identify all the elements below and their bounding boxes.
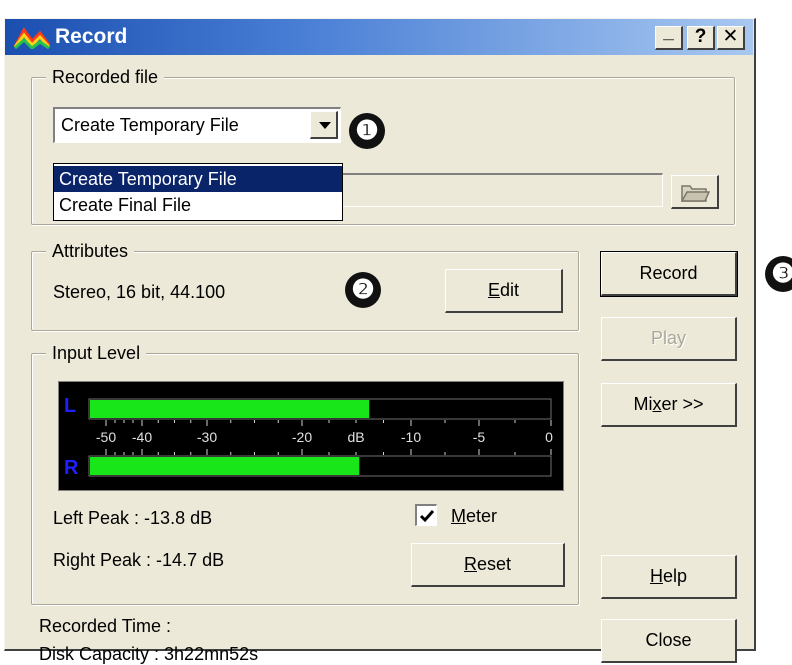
option-create-final-file[interactable]: Create Final File: [54, 192, 342, 218]
right-channel-label: R: [64, 457, 79, 479]
title-bar[interactable]: Record _ ? ✕: [5, 19, 753, 55]
recorded-file-legend: Recorded file: [46, 66, 165, 88]
edit-attributes-button[interactable]: Edit: [445, 269, 563, 313]
close-icon: ✕: [722, 26, 739, 47]
meter-checkbox[interactable]: [415, 504, 437, 526]
checkmark-icon: [419, 510, 435, 523]
question-icon: ?: [694, 26, 707, 47]
scale-label: -10: [401, 429, 421, 445]
meter-mnemonic: M: [451, 506, 466, 526]
scale-label: -50: [96, 429, 116, 445]
meter-label: eter: [466, 506, 498, 526]
scale-label: -40: [132, 429, 152, 445]
edit-mnemonic: E: [487, 280, 500, 300]
help-button[interactable]: Help: [601, 555, 737, 599]
record-dialog: Record _ ? ✕ Recorded file Create Tempor…: [4, 18, 792, 664]
close-button[interactable]: Close: [601, 619, 737, 663]
right-channel-bar: [90, 457, 360, 475]
scale-label: -20: [292, 429, 312, 445]
left-peak-readout: Left Peak : -13.8 dB: [53, 508, 213, 528]
scale-label: dB: [347, 429, 364, 445]
folder-open-icon: [680, 185, 710, 202]
left-channel-bar: [90, 400, 370, 418]
scale-label: -30: [197, 429, 217, 445]
help-title-button[interactable]: ?: [687, 26, 715, 50]
callout-2: ❷: [345, 272, 381, 308]
option-create-temporary-file[interactable]: Create Temporary File: [54, 166, 342, 192]
record-button[interactable]: Record: [600, 251, 738, 297]
attributes-value: Stereo, 16 bit, 44.100: [53, 282, 226, 302]
recorded-time-label: Recorded Time :: [39, 616, 172, 636]
input-level-legend: Input Level: [46, 342, 147, 364]
reset-mnemonic: R: [463, 554, 477, 574]
scale-label: 0: [545, 429, 553, 445]
callout-1: ❶: [349, 113, 385, 149]
right-peak-readout: Right Peak : -14.7 dB: [53, 550, 225, 570]
disk-capacity-label: Disk Capacity : 3h22mn52s: [39, 644, 259, 664]
help-label: elp: [662, 566, 688, 586]
help-mnemonic: H: [649, 566, 663, 586]
minimize-icon: _: [663, 22, 674, 43]
scale-labels: -50 -40 -30 -20 dB -10 -5 0: [96, 429, 553, 445]
reset-peaks-button[interactable]: Reset: [411, 543, 565, 587]
attributes-legend: Attributes: [46, 240, 135, 262]
minimize-button[interactable]: _: [655, 23, 683, 50]
file-mode-dropdown-list[interactable]: Create Temporary File Create Final File: [53, 163, 343, 221]
file-path-field[interactable]: [341, 173, 663, 207]
callout-3: ❸: [765, 256, 792, 292]
combo-dropdown-arrow-icon[interactable]: [310, 111, 338, 139]
file-mode-value: Create Temporary File: [61, 115, 239, 135]
level-meter-graphic: L R -50 -40 -30 -20 dB -10 -5 0: [64, 395, 553, 479]
scale-label: -5: [473, 429, 486, 445]
reset-label: eset: [476, 554, 512, 574]
edit-label: dit: [500, 280, 520, 300]
browse-folder-button[interactable]: [671, 175, 719, 209]
file-mode-combo[interactable]: Create Temporary File: [53, 107, 341, 143]
close-window-button[interactable]: ✕: [717, 26, 745, 50]
mixer-button[interactable]: Mixer >>: [601, 383, 737, 427]
left-channel-label: L: [64, 395, 76, 417]
mixer-label-pre: Mi: [633, 394, 653, 414]
app-wave-icon: [14, 27, 50, 49]
mixer-label-post: er >>: [661, 394, 704, 414]
level-meter: L R -50 -40 -30 -20 dB -10 -5 0: [58, 381, 564, 491]
play-button[interactable]: Play: [601, 317, 737, 361]
window-title: Record: [55, 25, 128, 48]
meter-checkbox-label[interactable]: Meter: [451, 505, 497, 527]
